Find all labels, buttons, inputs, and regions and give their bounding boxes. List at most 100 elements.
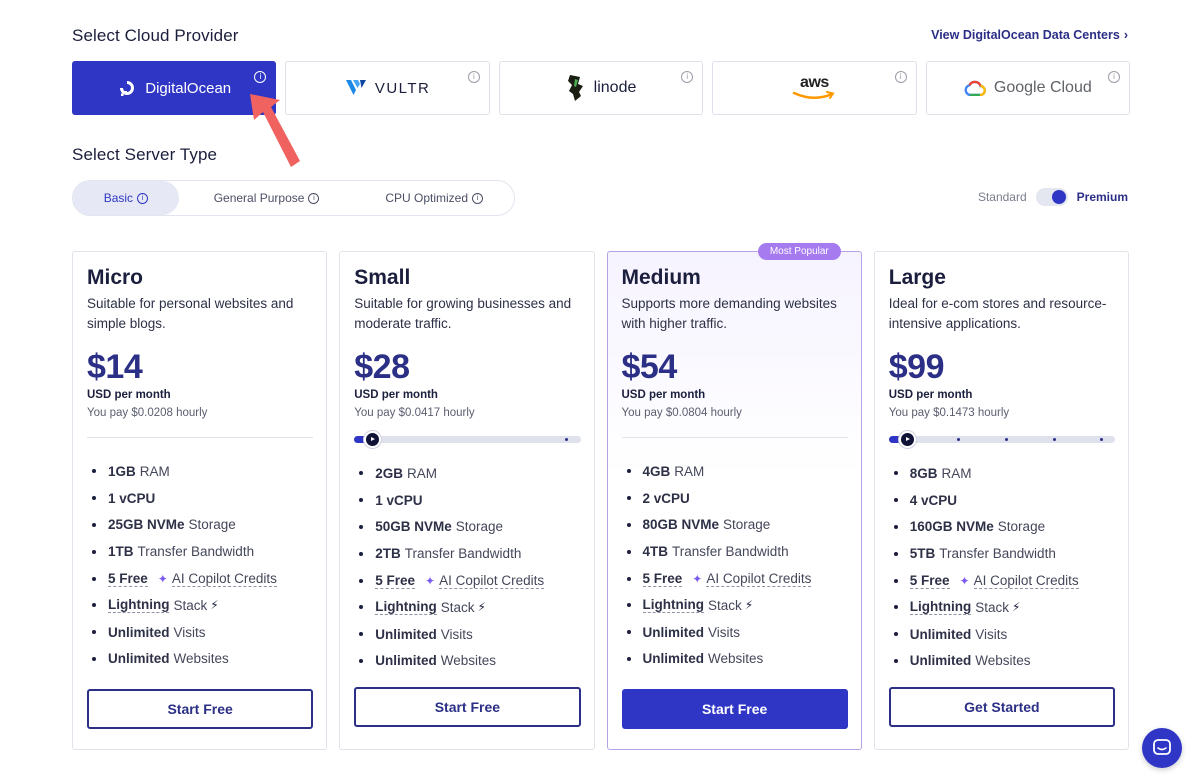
plan-size-slider[interactable]: [888, 431, 1115, 448]
feature-text[interactable]: AI Copilot Credits: [171, 571, 277, 587]
sparkle-icon: ✦: [425, 573, 436, 588]
server-type-tabs: Basic i General Purpose i CPU Optimized i: [72, 180, 515, 216]
provider-linode[interactable]: linode i: [498, 61, 704, 115]
plan-description: Suitable for growing businesses and mode…: [354, 296, 572, 331]
feature-text: Storage: [455, 519, 504, 535]
slider-stop[interactable]: [956, 438, 960, 441]
feature-highlight: Unlimited: [909, 653, 972, 669]
start-free-button[interactable]: Start Free: [354, 687, 581, 727]
tab-label: Basic: [103, 191, 134, 205]
feature-item: Unlimited Websites: [354, 648, 580, 675]
info-icon[interactable]: i: [681, 71, 694, 83]
feature-list: 1GB RAM 1 vCPU 25GB NVMe Storage 1TB Transfer …: [87, 458, 313, 672]
chevron-right-icon: ›: [1123, 28, 1128, 42]
feature-item: 1TB Transfer Bandwidth: [87, 538, 313, 565]
tier-standard-label[interactable]: Standard: [978, 190, 1027, 204]
feature-item: 1 vCPU: [87, 485, 313, 512]
most-popular-badge: Most Popular: [757, 243, 841, 260]
feature-item: Unlimited Websites: [622, 646, 848, 673]
feature-text: Transfer Bandwidth: [404, 546, 522, 562]
slider-stop[interactable]: [565, 438, 569, 441]
feature-text: Transfer Bandwidth: [137, 544, 255, 560]
feature-list: 2GB RAM 1 vCPU 50GB NVMe Storage 2TB Transfer …: [354, 460, 580, 674]
feature-item: Lightning Stack ⚡: [889, 594, 1115, 621]
info-icon[interactable]: i: [467, 71, 480, 83]
tier-premium-label[interactable]: Premium: [1077, 190, 1128, 204]
get-started-button[interactable]: Get Started: [888, 687, 1115, 727]
feature-text: Storage: [997, 519, 1046, 535]
hourly-price: You pay $0.0804 hourly: [621, 407, 742, 419]
plan-price: $99: [888, 348, 945, 386]
feature-text[interactable]: AI Copilot Credits: [706, 571, 812, 587]
plan-size-slider[interactable]: [354, 431, 581, 448]
view-datacenters-link[interactable]: View DigitalOcean Data Centers ›: [931, 28, 1128, 42]
feature-highlight[interactable]: Lightning: [909, 599, 972, 616]
provider-google-cloud[interactable]: Google Cloud i: [925, 61, 1131, 115]
datacenter-link-label: View DigitalOcean Data Centers: [931, 28, 1120, 42]
provider-label: DigitalOcean: [145, 79, 232, 97]
feature-text: Visits: [173, 624, 206, 640]
feature-highlight[interactable]: Lightning: [375, 599, 437, 616]
feature-highlight: Unlimited: [375, 626, 437, 642]
feature-item: 25GB NVMe Storage: [87, 512, 313, 539]
feature-list: 8GB RAM 4 vCPU 160GB NVMe Storage 5TB Transfer…: [889, 460, 1115, 674]
feature-text: Stack: [707, 597, 742, 613]
feature-highlight[interactable]: 5 Free: [909, 573, 950, 589]
feature-highlight: Unlimited: [642, 651, 705, 667]
feature-text[interactable]: AI Copilot Credits: [973, 573, 1079, 589]
plan-price: $28: [354, 348, 410, 386]
start-free-button[interactable]: Start Free: [621, 689, 848, 729]
feature-item: 5 Free ✦ AI Copilot Credits: [354, 567, 580, 594]
plan-name: Micro: [87, 266, 144, 289]
tab-basic[interactable]: Basic i: [73, 181, 179, 215]
provider-label: aws: [800, 74, 829, 91]
linode-icon: [567, 75, 583, 101]
tab-general-purpose[interactable]: General Purpose i: [179, 181, 355, 215]
feature-highlight: Unlimited: [108, 624, 170, 640]
feature-text[interactable]: AI Copilot Credits: [439, 573, 545, 589]
plan-name: Small: [354, 266, 411, 289]
feature-highlight[interactable]: Lightning: [108, 597, 170, 614]
plan-price: $54: [621, 348, 678, 386]
slider-stop[interactable]: [1099, 438, 1103, 441]
start-free-button[interactable]: Start Free: [87, 689, 314, 729]
provider-section-title: Select Cloud Provider: [72, 26, 239, 45]
tier-switch[interactable]: [1035, 188, 1068, 206]
feature-item: 5 Free ✦ AI Copilot Credits: [87, 565, 313, 592]
feature-highlight[interactable]: 5 Free: [375, 573, 416, 589]
provider-digitalocean-logo: DigitalOcean: [117, 78, 231, 98]
feature-highlight: 1TB: [108, 544, 134, 560]
feature-item: 4GB RAM: [622, 458, 848, 485]
plan-price: $14: [87, 348, 143, 386]
tab-cpu-optimized[interactable]: CPU Optimized i: [354, 181, 514, 215]
chat-support-button[interactable]: [1142, 728, 1182, 768]
feature-text: Websites: [440, 653, 497, 669]
provider-vultr[interactable]: VULTR i: [285, 61, 490, 115]
feature-item: Lightning Stack ⚡: [87, 592, 313, 619]
feature-highlight[interactable]: 5 Free: [642, 571, 683, 587]
feature-item: Unlimited Visits: [889, 621, 1115, 648]
plan-description: Supports more demanding websites with hi…: [621, 296, 837, 331]
info-icon[interactable]: i: [894, 71, 907, 83]
provider-aws[interactable]: aws i: [712, 61, 917, 115]
slider-stop[interactable]: [1052, 438, 1056, 441]
feature-item: Unlimited Websites: [889, 648, 1115, 675]
info-icon[interactable]: i: [254, 71, 267, 83]
pointer-arrow-icon: [250, 94, 300, 167]
plan-description: Suitable for personal websites and simpl…: [87, 296, 294, 331]
provider-label: VULTR: [374, 79, 431, 97]
slider-handle[interactable]: [364, 431, 382, 448]
feature-highlight: 4GB: [642, 463, 671, 479]
feature-highlight[interactable]: Lightning: [642, 597, 704, 614]
slider-stop[interactable]: [1004, 438, 1008, 441]
feature-highlight[interactable]: 5 Free: [108, 571, 148, 587]
feature-highlight: 160GB NVMe: [909, 519, 994, 535]
feature-item: 50GB NVMe Storage: [354, 514, 580, 541]
info-icon[interactable]: i: [1108, 71, 1121, 83]
provider-linode-logo: linode: [566, 74, 636, 102]
feature-highlight: 2GB: [375, 465, 404, 481]
info-icon: i: [137, 192, 149, 204]
slider-handle[interactable]: [898, 431, 916, 448]
feature-highlight: Unlimited: [909, 626, 972, 642]
feature-text: Storage: [723, 517, 771, 533]
